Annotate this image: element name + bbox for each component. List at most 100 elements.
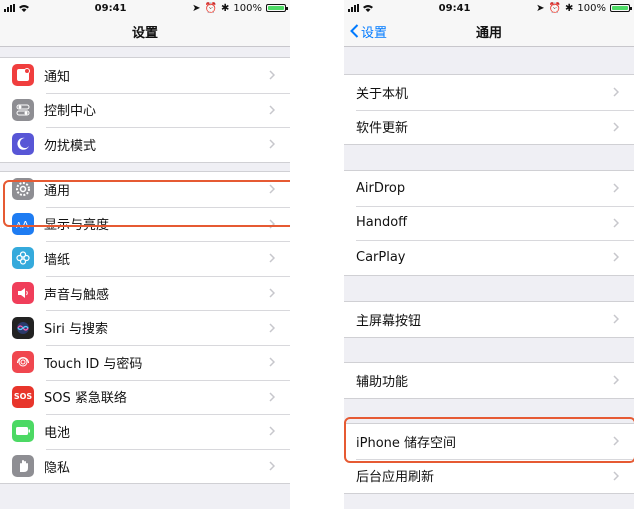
chevron-right-icon	[264, 461, 280, 471]
status-bar: 09:41 ➤ ⏰ ✱ 100%	[0, 0, 290, 16]
settings-item-label: 通用	[44, 183, 71, 199]
location-icon: ➤	[192, 2, 201, 14]
chevron-right-icon	[264, 139, 280, 150]
general-item-label: AirDrop	[356, 180, 406, 196]
general-group-1: 关于本机 软件更新	[344, 74, 634, 146]
chevron-right-icon	[264, 426, 280, 436]
settings-item-label: 通知	[44, 69, 71, 85]
settings-item-notifications[interactable]: 通知	[0, 58, 290, 93]
location-icon: ➤	[536, 2, 545, 14]
settings-item-privacy[interactable]: 隐私	[0, 448, 290, 484]
back-button-label: 设置	[361, 25, 388, 41]
settings-item-do-not-disturb[interactable]: 勿扰模式	[0, 127, 290, 162]
chevron-right-icon	[608, 471, 624, 481]
general-item-label: iPhone 储存空间	[356, 435, 457, 451]
settings-item-label: 电池	[44, 425, 71, 441]
general-item-label: 后台应用刷新	[356, 470, 435, 486]
settings-item-label: 墙纸	[44, 252, 71, 268]
general-item-label: 软件更新	[356, 121, 409, 137]
gear-icon	[12, 178, 34, 201]
chevron-right-icon	[608, 183, 624, 193]
battery-icon	[265, 4, 288, 12]
alarm-icon: ⏰	[548, 2, 561, 14]
settings-item-wallpaper[interactable]: 墙纸	[0, 241, 290, 276]
page-title: 通用	[475, 25, 502, 41]
chevron-right-icon	[264, 392, 280, 402]
nav-bar: 设置 通用	[344, 16, 634, 47]
wifi-icon	[19, 4, 29, 12]
chevron-right-icon	[608, 314, 624, 324]
chevron-right-icon	[608, 252, 624, 263]
wifi-icon	[363, 4, 373, 12]
general-item-accessibility[interactable]: 辅助功能	[344, 363, 634, 398]
fingerprint-icon	[12, 351, 34, 374]
settings-item-label: 控制中心	[44, 104, 97, 120]
svg-text:A: A	[22, 220, 29, 230]
chevron-right-icon	[264, 253, 280, 264]
general-item-handoff[interactable]: Handoff	[344, 205, 634, 241]
chevron-right-icon	[608, 436, 624, 446]
general-item-software-update[interactable]: 软件更新	[344, 109, 634, 145]
signal-icon	[4, 4, 15, 12]
bluetooth-icon: ✱	[221, 2, 230, 14]
general-item-iphone-storage[interactable]: iPhone 储存空间	[344, 424, 634, 459]
settings-item-label: Touch ID 与密码	[44, 356, 143, 372]
general-item-home-button[interactable]: 主屏幕按钮	[344, 302, 634, 337]
settings-item-display-brightness[interactable]: AA 显示与亮度	[0, 206, 290, 242]
chevron-right-icon	[608, 375, 624, 385]
siri-icon	[12, 316, 34, 339]
chevron-right-icon	[264, 70, 280, 80]
general-item-about[interactable]: 关于本机	[344, 75, 634, 110]
hand-icon	[12, 455, 34, 478]
chevron-right-icon	[264, 323, 280, 333]
status-bar: 09:41 ➤ ⏰ ✱ 100%	[344, 0, 634, 16]
chevron-right-icon	[264, 184, 280, 194]
wallpaper-icon	[12, 247, 34, 270]
display-brightness-icon: AA	[12, 212, 34, 235]
settings-item-label: 隐私	[44, 460, 71, 476]
settings-item-label: 显示与亮度	[44, 218, 110, 234]
general-item-label: 辅助功能	[356, 374, 409, 390]
battery-percent: 100%	[233, 2, 262, 14]
settings-item-sounds[interactable]: 声音与触感	[0, 275, 290, 311]
chevron-right-icon	[608, 218, 624, 228]
control-center-icon	[12, 98, 34, 121]
page-title: 设置	[131, 25, 158, 41]
settings-item-label: 声音与触感	[44, 287, 110, 303]
status-time: 09:41	[94, 2, 127, 14]
settings-group-1: 通知 控制中心 勿扰模式	[0, 57, 290, 163]
general-item-label: 主屏幕按钮	[356, 313, 422, 329]
general-item-background-refresh[interactable]: 后台应用刷新	[344, 458, 634, 494]
general-item-carplay[interactable]: CarPlay	[344, 240, 634, 275]
notifications-icon	[12, 64, 34, 87]
battery-icon	[609, 4, 632, 12]
speaker-icon	[12, 282, 34, 305]
general-screen: 09:41 ➤ ⏰ ✱ 100% 设置 通用 关于本机 软件更新 AirDrop	[344, 0, 634, 509]
general-item-label: Handoff	[356, 215, 408, 231]
sos-icon: SOS	[12, 385, 34, 408]
settings-item-label: SOS 紧急联络	[44, 391, 127, 407]
back-button[interactable]: 设置	[350, 16, 387, 46]
settings-item-general[interactable]: 通用	[0, 172, 290, 207]
settings-item-label: 勿扰模式	[44, 138, 97, 154]
chevron-right-icon	[264, 357, 280, 367]
settings-item-control-center[interactable]: 控制中心	[0, 92, 290, 128]
chevron-right-icon	[608, 87, 624, 97]
chevron-right-icon	[264, 219, 280, 229]
nav-bar: 设置	[0, 16, 290, 47]
chevron-right-icon	[264, 288, 280, 298]
signal-icon	[348, 4, 359, 12]
settings-item-label: Siri 与搜索	[44, 322, 108, 338]
general-item-airdrop[interactable]: AirDrop	[344, 171, 634, 206]
alarm-icon: ⏰	[204, 2, 217, 14]
general-group-5: iPhone 储存空间 后台应用刷新	[344, 423, 634, 495]
chevron-left-icon	[350, 24, 359, 38]
battery-percent: 100%	[577, 2, 606, 14]
settings-item-battery[interactable]: 电池	[0, 414, 290, 449]
general-group-3: 主屏幕按钮	[344, 301, 634, 338]
settings-screen: 09:41 ➤ ⏰ ✱ 100% 设置 通知 控制中心 勿扰模式 通用 A A …	[0, 0, 290, 509]
settings-item-touch-id[interactable]: Touch ID 与密码	[0, 344, 290, 380]
settings-item-siri-search[interactable]: Siri 与搜索	[0, 310, 290, 345]
chevron-right-icon	[264, 105, 280, 115]
settings-item-emergency-sos[interactable]: SOS SOS 紧急联络	[0, 379, 290, 415]
